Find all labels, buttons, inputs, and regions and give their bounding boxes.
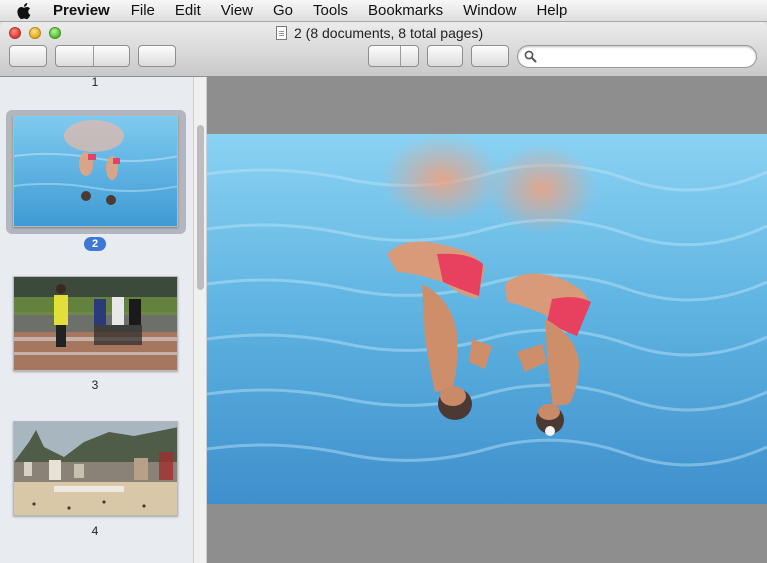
apple-logo-icon[interactable] [15,0,35,22]
menu-bar: Preview File Edit View Go Tools Bookmark… [0,0,767,22]
preview-window: 2 (8 documents, 8 total pages) 1 2 3 4 [0,22,767,563]
close-window-button[interactable] [9,27,21,39]
title-bar-toolbar: 2 (8 documents, 8 total pages) [0,22,767,77]
selected-page-badge: 2 [84,237,106,251]
sidebar-scrollbar[interactable] [193,77,207,563]
thumbnail-label-4[interactable]: 4 [0,524,190,538]
share-button[interactable] [138,45,176,67]
menu-edit[interactable]: Edit [175,0,201,22]
thumbnail-label-2[interactable]: 2 [0,236,190,251]
menu-file[interactable]: File [131,0,155,22]
menu-view[interactable]: View [221,0,253,22]
menu-tools[interactable]: Tools [313,0,348,22]
thumbnail-2[interactable] [13,115,178,227]
zoom-window-button[interactable] [49,27,61,39]
menu-window[interactable]: Window [463,0,516,22]
minimize-window-button[interactable] [29,27,41,39]
menu-help[interactable]: Help [536,0,567,22]
menu-bookmarks[interactable]: Bookmarks [368,0,443,22]
thumbnail-4[interactable] [13,421,178,516]
document-icon[interactable] [276,26,287,40]
sidebar-scroll-thumb[interactable] [197,125,204,290]
view-menu-button[interactable] [9,45,47,67]
menu-app-preview[interactable]: Preview [53,0,110,22]
thumbnail-3[interactable] [13,276,178,371]
window-title: 2 (8 documents, 8 total pages) [276,25,483,41]
window-title-text: 2 (8 documents, 8 total pages) [294,25,484,41]
search-icon [524,50,537,63]
zoom-out-in-button[interactable] [55,45,130,67]
search-field[interactable] [517,45,757,68]
markup-toolbar-button[interactable] [427,45,463,67]
menu-go[interactable]: Go [273,0,293,22]
rotate-button[interactable] [368,45,419,67]
thumbnail-label-1[interactable]: 1 [0,77,190,89]
document-page-image[interactable] [207,134,767,504]
thumbnail-sidebar: 1 2 3 4 [0,77,193,563]
document-canvas[interactable] [207,77,767,563]
thumbnail-label-3[interactable]: 3 [0,378,190,392]
highlight-button[interactable] [471,45,509,67]
search-input[interactable] [540,48,750,65]
